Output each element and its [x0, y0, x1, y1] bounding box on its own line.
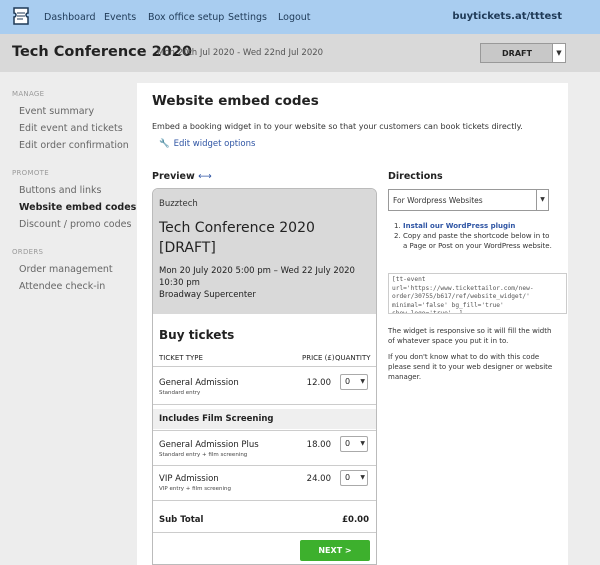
nav-logout[interactable]: Logout: [278, 12, 311, 23]
step-2: 2. Copy and paste the shortcode below in…: [394, 231, 553, 251]
quantity-value: 0: [345, 377, 351, 386]
quantity-select[interactable]: 0 ▼: [340, 436, 368, 452]
ticket-price: 12.00: [306, 378, 331, 388]
col-quantity: QUANTITY: [335, 354, 371, 362]
sidebar-item-order-management[interactable]: Order management: [19, 264, 113, 275]
quantity-value: 0: [345, 439, 351, 448]
ticket-name: General Admission Plus: [159, 440, 259, 450]
status-select[interactable]: DRAFT ▼: [480, 43, 566, 63]
quantity-value: 0: [345, 473, 351, 482]
directions-heading: Directions: [388, 171, 443, 182]
widget-preview: Buzztech Tech Conference 2020 [DRAFT] Mo…: [152, 188, 377, 565]
divider: [153, 366, 376, 367]
platform-select[interactable]: For Wordpress Websites ▼: [388, 189, 549, 211]
sidebar-section-promote: PROMOTE: [12, 169, 49, 177]
widget-event-title: Tech Conference 2020 [DRAFT]: [159, 220, 315, 256]
expand-width-icon[interactable]: ⟷: [198, 171, 212, 182]
top-nav-bar: Dashboard Events Box office setup Settin…: [0, 0, 600, 34]
responsive-note: The widget is responsive so it will fill…: [388, 327, 552, 345]
ticket-description: Standard entry: [159, 390, 201, 396]
widget-venue: Broadway Supercenter: [159, 290, 256, 300]
edit-widget-options-label: Edit widget options: [173, 139, 256, 149]
quantity-select[interactable]: 0 ▼: [340, 374, 368, 390]
preview-heading: Preview ⟷: [152, 171, 212, 182]
divider: [153, 465, 376, 466]
chevron-down-icon: ▼: [360, 440, 365, 447]
chevron-down-icon: ▼: [536, 190, 548, 210]
col-ticket-type: TICKET TYPE: [159, 354, 203, 362]
sidebar-section-manage: MANAGE: [12, 90, 45, 98]
widget-event-dates: Mon 20 July 2020 5:00 pm – Wed 22 July 2…: [159, 266, 355, 288]
nav-dashboard[interactable]: Dashboard: [44, 12, 96, 23]
widget-organizer: Buzztech: [159, 199, 198, 209]
quantity-select[interactable]: 0 ▼: [340, 470, 368, 486]
sidebar-section-orders: ORDERS: [12, 248, 44, 256]
directions-steps: 1. Install our WordPress plugin 2. Copy …: [394, 221, 553, 251]
sidebar-item-discount-codes[interactable]: Discount / promo codes: [19, 219, 131, 230]
event-dates: Mon 20th Jul 2020 - Wed 22nd Jul 2020: [157, 48, 324, 58]
sidebar-item-edit-event[interactable]: Edit event and tickets: [19, 123, 123, 134]
subtotal-label: Sub Total: [159, 515, 204, 525]
chevron-down-icon: ▼: [360, 474, 365, 481]
shortcode-textarea[interactable]: [tt-event url='https://www.tickettailor.…: [388, 273, 567, 314]
divider: [153, 500, 376, 501]
box-office-url[interactable]: buytickets.at/tttest: [452, 11, 562, 22]
intro-text: Embed a booking widget in to your websit…: [152, 122, 523, 131]
step-1: 1. Install our WordPress plugin: [394, 221, 553, 231]
ticket-name: VIP Admission: [159, 474, 219, 484]
step-2-text: Copy and paste the shortcode below in to…: [403, 232, 552, 250]
chevron-down-icon: ▼: [552, 44, 565, 62]
sidebar-item-edit-order-confirmation[interactable]: Edit order confirmation: [19, 140, 129, 151]
widget-event-info: Mon 20 July 2020 5:00 pm – Wed 22 July 2…: [159, 265, 374, 301]
step-number: 1.: [394, 222, 401, 230]
step-number: 2.: [394, 232, 401, 240]
divider: [153, 532, 376, 533]
edit-widget-options-link[interactable]: 🔧 Edit widget options: [159, 139, 255, 149]
sidebar-item-buttons-links[interactable]: Buttons and links: [19, 185, 101, 196]
preview-label: Preview: [152, 171, 195, 182]
ticket-description: VIP entry + film screening: [159, 486, 231, 492]
status-value: DRAFT: [502, 49, 532, 58]
ticket-group-label: Includes Film Screening: [159, 414, 274, 424]
wrench-icon: 🔧: [159, 139, 170, 149]
nav-settings[interactable]: Settings: [228, 12, 267, 23]
ticket-description: Standard entry + film screening: [159, 452, 248, 458]
sidebar-item-website-embed-codes[interactable]: Website embed codes: [19, 202, 136, 213]
page-title: Website embed codes: [152, 93, 319, 109]
help-note: If you don't know what to do with this c…: [388, 353, 553, 381]
buy-tickets-heading: Buy tickets: [159, 328, 235, 342]
sidebar-item-attendee-checkin[interactable]: Attendee check-in: [19, 281, 105, 292]
divider: [153, 430, 376, 431]
ticket-group-header: Includes Film Screening: [153, 409, 376, 429]
chevron-down-icon: ▼: [360, 378, 365, 385]
install-wordpress-plugin-link[interactable]: Install our WordPress plugin: [403, 222, 515, 230]
logo-icon[interactable]: [12, 6, 30, 26]
nav-events[interactable]: Events: [104, 12, 136, 23]
col-price: PRICE (£): [302, 354, 335, 362]
subtotal-value: £0.00: [342, 515, 369, 525]
nav-box-office-setup[interactable]: Box office setup: [148, 12, 224, 23]
ticket-name: General Admission: [159, 378, 239, 388]
ticket-price: 18.00: [306, 440, 331, 450]
ticket-price: 24.00: [306, 474, 331, 484]
next-button[interactable]: NEXT >: [300, 540, 370, 561]
divider: [153, 404, 376, 405]
platform-value: For Wordpress Websites: [393, 196, 483, 205]
sidebar-item-event-summary[interactable]: Event summary: [19, 106, 94, 117]
